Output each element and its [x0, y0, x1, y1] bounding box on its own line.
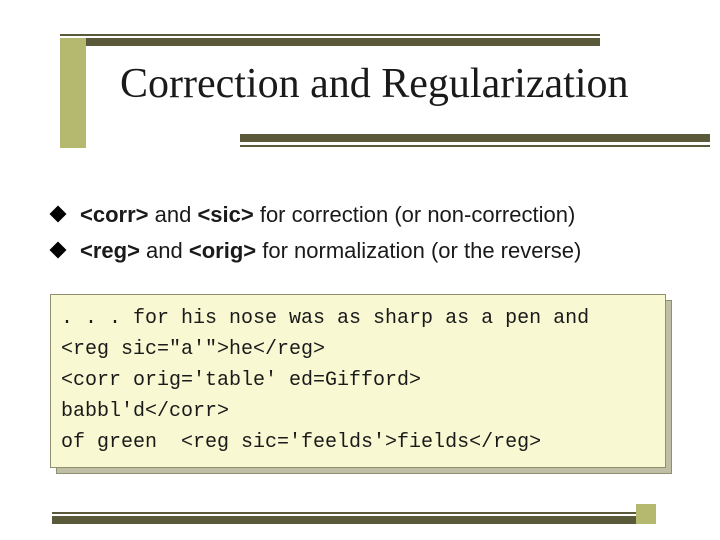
- bullet-text: <corr> and <sic> for correction (or non-…: [80, 200, 575, 230]
- bullet-icon: [50, 241, 67, 258]
- accent-square: [60, 38, 86, 148]
- slide: Correction and Regularization <corr> and…: [0, 0, 720, 540]
- tag-corr: <corr>: [80, 202, 149, 227]
- title-block: Correction and Regularization: [0, 0, 720, 28]
- bullet-list: <corr> and <sic> for correction (or non-…: [52, 200, 672, 271]
- tag-orig: <orig>: [189, 238, 256, 263]
- bullet-icon: [50, 206, 67, 223]
- tag-sic: <sic>: [197, 202, 253, 227]
- slide-title: Correction and Regularization: [120, 60, 629, 108]
- footer-rule-thin: [52, 512, 652, 514]
- bullet-mid: and: [149, 202, 198, 227]
- code-box: . . . for his nose was as sharp as a pen…: [50, 294, 666, 468]
- bullet-rest: for normalization (or the reverse): [256, 238, 581, 263]
- footer-accent-square: [636, 504, 656, 524]
- under-rule-thin: [240, 145, 710, 147]
- footer-rule-thick: [52, 516, 652, 524]
- bullet-item: <corr> and <sic> for correction (or non-…: [52, 200, 672, 230]
- bullet-rest: for correction (or non-correction): [254, 202, 576, 227]
- under-rule-thick: [240, 134, 710, 142]
- top-rule-thin: [60, 34, 600, 36]
- bullet-text: <reg> and <orig> for normalization (or t…: [80, 236, 581, 266]
- bullet-item: <reg> and <orig> for normalization (or t…: [52, 236, 672, 266]
- bullet-mid: and: [140, 238, 189, 263]
- top-rule-thick: [60, 38, 600, 46]
- tag-reg: <reg>: [80, 238, 140, 263]
